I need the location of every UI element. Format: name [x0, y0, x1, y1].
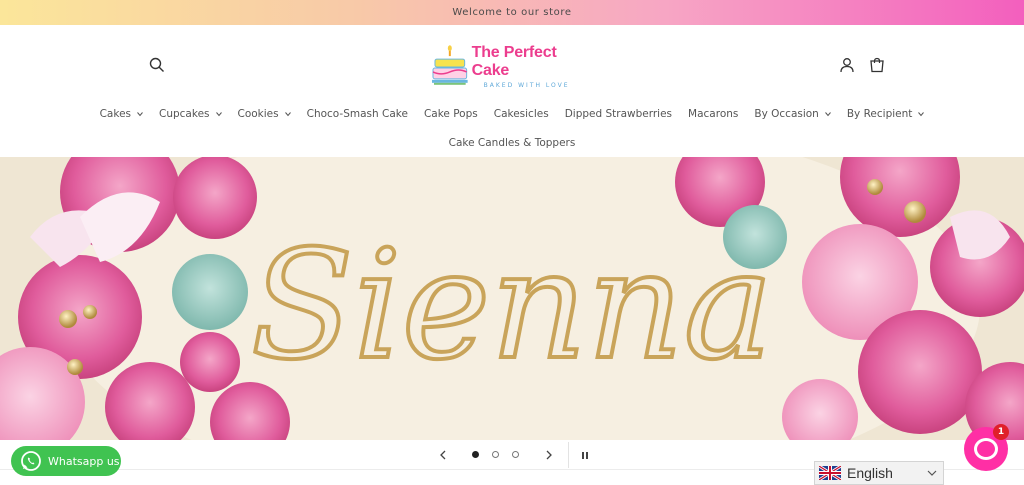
- slide-dot-2[interactable]: [492, 451, 499, 458]
- main-nav: Cakes Cupcakes Cookies Choco-Smash Cake …: [0, 104, 1024, 124]
- nav-item-cake-candles-toppers[interactable]: Cake Candles & Toppers: [441, 133, 584, 153]
- nav-label: Macarons: [688, 108, 739, 120]
- nav-item-cupcakes[interactable]: Cupcakes: [151, 104, 230, 124]
- nav-item-cakes[interactable]: Cakes: [92, 104, 151, 124]
- chevron-down-icon: [824, 112, 831, 117]
- nav-item-choco-smash-cake[interactable]: Choco-Smash Cake: [299, 104, 416, 124]
- language-label: English: [847, 465, 893, 481]
- nav-item-macarons[interactable]: Macarons: [680, 104, 746, 124]
- nav-label: Cake Pops: [423, 108, 478, 120]
- control-divider: [568, 442, 569, 468]
- nav-item-cake-pops[interactable]: Cake Pops: [416, 104, 486, 124]
- nav-label: Cakes: [99, 108, 131, 120]
- slide-dot-1[interactable]: [472, 451, 479, 458]
- hero-cake-image: Sienna: [0, 157, 1024, 440]
- search-icon[interactable]: [145, 53, 169, 77]
- whatsapp-icon: [21, 451, 41, 471]
- uk-flag-icon: [819, 466, 841, 480]
- nav-label: Cookies: [237, 108, 279, 120]
- nav-label: By Occasion: [754, 108, 819, 120]
- cake-logo-icon: [432, 45, 468, 85]
- chevron-down-icon: [918, 112, 925, 117]
- announcement-text: Welcome to our store: [452, 7, 572, 18]
- nav-label: Choco-Smash Cake: [306, 108, 408, 120]
- nav-item-cookies[interactable]: Cookies: [230, 104, 299, 124]
- logo-tagline: BAKED WITH LOVE: [483, 81, 570, 89]
- nav-item-by-recipient[interactable]: By Recipient: [839, 104, 933, 124]
- whatsapp-label: Whatsapp us: [48, 454, 120, 468]
- chevron-left-icon[interactable]: [435, 447, 451, 463]
- nav-label: By Recipient: [846, 108, 913, 120]
- slide-dot-3[interactable]: [512, 451, 519, 458]
- nav-label: Cupcakes: [159, 108, 210, 120]
- cart-icon[interactable]: [865, 53, 889, 77]
- chevron-down-icon: [284, 112, 291, 117]
- whatsapp-button[interactable]: Whatsapp us: [11, 446, 121, 476]
- chevron-right-icon[interactable]: [541, 447, 557, 463]
- store-logo[interactable]: The Perfect Cake BAKED WITH LOVE: [432, 43, 597, 89]
- pause-icon[interactable]: [577, 447, 593, 463]
- chat-badge: 1: [993, 424, 1009, 440]
- logo-name: The Perfect Cake: [471, 43, 557, 79]
- site-header: The Perfect Cake BAKED WITH LOVE Cakes C…: [0, 25, 1024, 157]
- nav-label: Cakesicles: [493, 108, 549, 120]
- chevron-down-icon: [215, 112, 222, 117]
- nav-item-by-occasion[interactable]: By Occasion: [746, 104, 838, 124]
- nav-item-dipped-strawberries[interactable]: Dipped Strawberries: [557, 104, 680, 124]
- announcement-bar: Welcome to our store: [0, 0, 1024, 25]
- account-icon[interactable]: [835, 53, 859, 77]
- topper-text: Sienna: [251, 219, 773, 393]
- chevron-down-icon: [927, 470, 937, 476]
- hero-slideshow: Sienna: [0, 157, 1024, 440]
- language-selector[interactable]: English: [814, 461, 944, 485]
- main-nav-row2: Cake Candles & Toppers: [0, 133, 1024, 153]
- chevron-down-icon: [137, 112, 143, 117]
- nav-item-cakesicles[interactable]: Cakesicles: [486, 104, 557, 124]
- nav-label: Cake Candles & Toppers: [448, 137, 576, 149]
- nav-label: Dipped Strawberries: [564, 108, 673, 120]
